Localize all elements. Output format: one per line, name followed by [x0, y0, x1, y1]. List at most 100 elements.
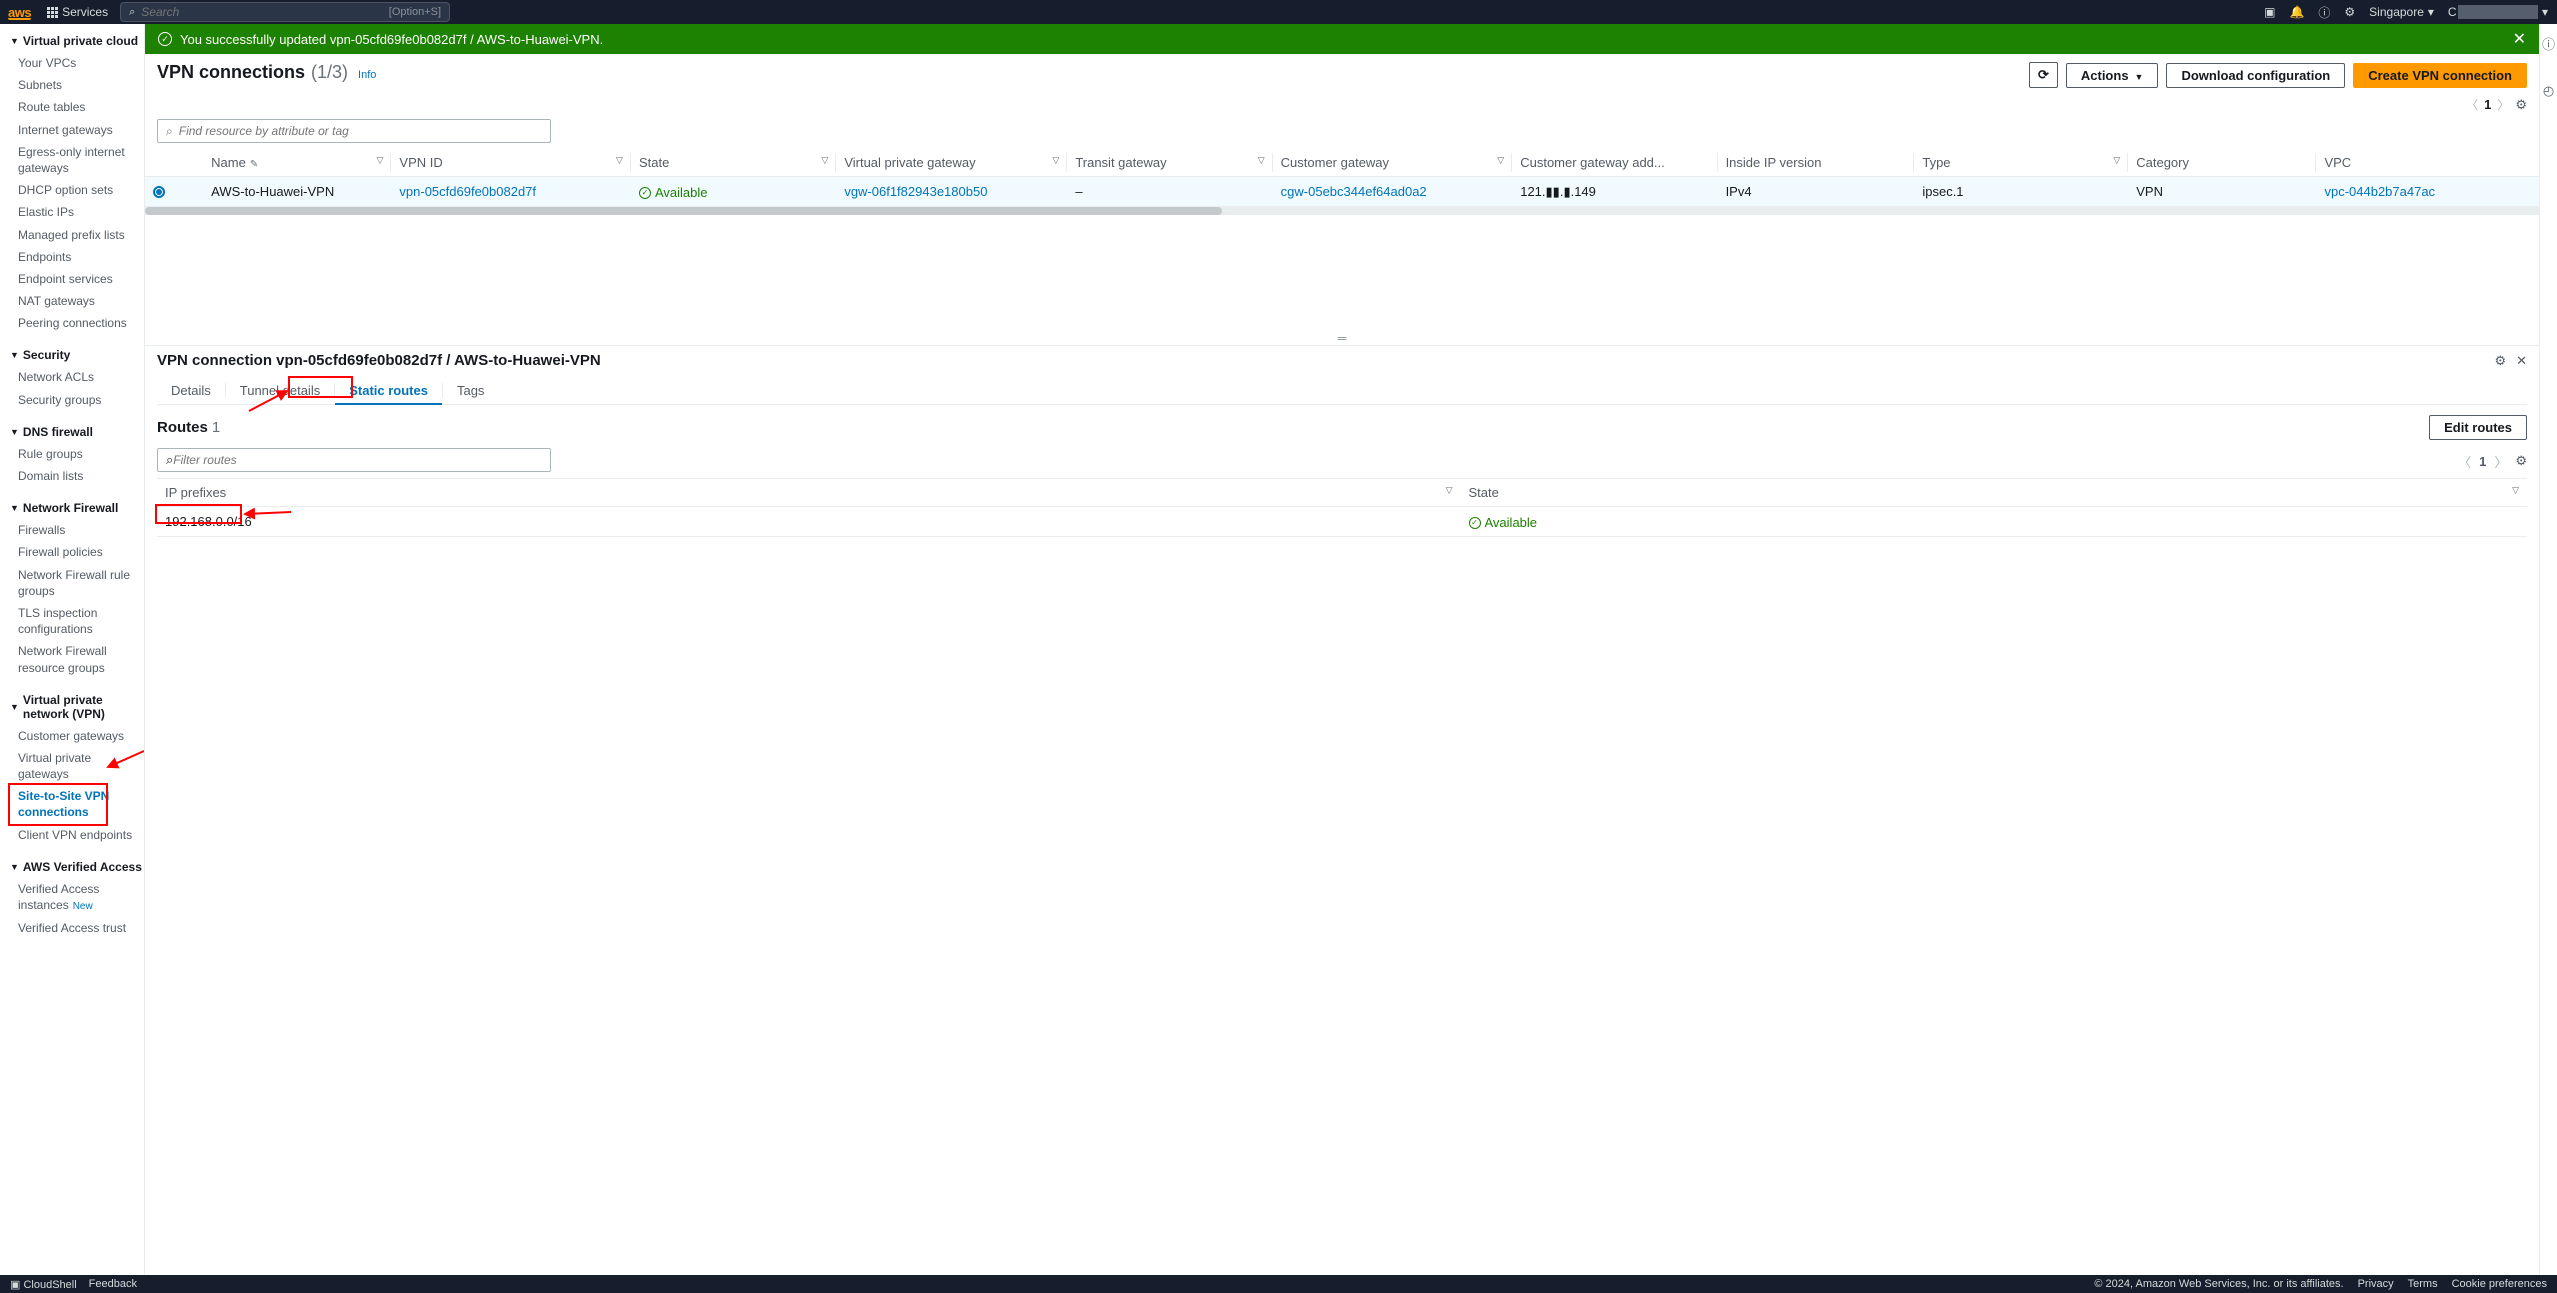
sort-icon[interactable]: ▽ [2512, 485, 2519, 496]
cloudshell-icon[interactable]: ▣ [2264, 5, 2275, 19]
resource-filter-input[interactable] [179, 124, 542, 138]
sidebar-item-tls-inspection[interactable]: TLS inspection configurations [10, 602, 144, 640]
sidebar-group-title[interactable]: ▼DNS firewall [10, 421, 144, 443]
sidebar-item-endpoints[interactable]: Endpoints [10, 246, 144, 268]
details-close-icon[interactable]: ✕ [2516, 353, 2527, 369]
sort-icon[interactable]: ▽ [376, 155, 383, 166]
tab-tunnel-details[interactable]: Tunnel details [226, 377, 334, 404]
scrollbar-thumb[interactable] [145, 207, 1222, 215]
next-page-button[interactable]: 〉 [2497, 96, 2509, 113]
create-vpn-connection-button[interactable]: Create VPN connection [2353, 63, 2527, 88]
sort-icon[interactable]: ▽ [616, 155, 623, 166]
services-menu[interactable]: Services [39, 5, 116, 19]
region-selector[interactable]: Singapore▾ [2369, 5, 2434, 19]
tab-tags[interactable]: Tags [443, 377, 498, 404]
sidebar-item-firewalls[interactable]: Firewalls [10, 519, 144, 541]
routes-filter-input[interactable] [173, 453, 542, 467]
cookie-preferences-link[interactable]: Cookie preferences [2452, 1278, 2547, 1290]
actions-button[interactable]: Actions▼ [2066, 63, 2159, 88]
next-page-button[interactable]: 〉 [2494, 452, 2507, 471]
sidebar-item-verified-access-instances[interactable]: Verified Access instancesNew [10, 878, 144, 917]
sidebar-item-nf-rule-groups[interactable]: Network Firewall rule groups [10, 564, 144, 602]
sidebar-item-your-vpcs[interactable]: Your VPCs [10, 52, 144, 74]
sidebar-item-nat-gateways[interactable]: NAT gateways [10, 290, 144, 312]
col-vgw[interactable]: Virtual private gateway▽ [836, 149, 1067, 177]
notifications-icon[interactable]: 🔔 [2289, 5, 2304, 19]
col-state[interactable]: State▽ [631, 149, 836, 177]
routes-filter[interactable]: ⌕ [157, 448, 551, 472]
col-tgw[interactable]: Transit gateway▽ [1067, 149, 1272, 177]
sidebar-item-domain-lists[interactable]: Domain lists [10, 465, 144, 487]
sidebar-group-title[interactable]: ▼Security [10, 344, 144, 366]
sidebar-item-site-to-site-vpn[interactable]: Site-to-Site VPN connections [10, 785, 144, 823]
info-icon[interactable]: ⓘ [2542, 34, 2555, 53]
sidebar-item-subnets[interactable]: Subnets [10, 74, 144, 96]
cloudshell-button[interactable]: ▣ CloudShell [10, 1278, 77, 1291]
sidebar-group-title[interactable]: ▼Virtual private cloud [10, 30, 144, 52]
search-input[interactable] [141, 5, 389, 19]
col-inside-ip[interactable]: Inside IP version [1718, 149, 1915, 177]
cell-vpc-link[interactable]: vpc-044b2b7a47ac [2324, 184, 2435, 199]
sort-icon[interactable]: ▽ [1258, 155, 1265, 166]
row-radio[interactable] [153, 186, 165, 198]
col-type[interactable]: Type▽ [1914, 149, 2128, 177]
details-settings-icon[interactable]: ⚙ [2494, 353, 2506, 369]
cell-vgw-link[interactable]: vgw-06f1f82943e180b50 [844, 184, 987, 199]
sidebar-item-dhcp[interactable]: DHCP option sets [10, 179, 144, 201]
sidebar-group-title[interactable]: ▼AWS Verified Access [10, 856, 144, 878]
privacy-link[interactable]: Privacy [2358, 1278, 2394, 1290]
table-h-scrollbar[interactable] [145, 207, 2539, 215]
sidebar-group-title[interactable]: ▼Network Firewall [10, 497, 144, 519]
col-vpn-id[interactable]: VPN ID▽ [391, 149, 631, 177]
edit-routes-button[interactable]: Edit routes [2429, 415, 2527, 440]
refresh-button[interactable]: ⟳ [2029, 62, 2058, 88]
gear-icon[interactable]: ◴ [2543, 83, 2554, 99]
sort-icon[interactable]: ▽ [1052, 155, 1059, 166]
settings-icon[interactable]: ⚙ [2344, 5, 2355, 19]
sidebar-item-customer-gateways[interactable]: Customer gateways [10, 725, 144, 747]
account-menu[interactable]: C▮▮▮▮▮▮▮▮▮▮ ▾ [2448, 5, 2549, 19]
col-cgw-addr[interactable]: Customer gateway add... [1512, 149, 1717, 177]
sidebar-item-verified-access-trust[interactable]: Verified Access trust [10, 917, 144, 939]
sidebar-item-prefix-lists[interactable]: Managed prefix lists [10, 224, 144, 246]
tab-static-routes[interactable]: Static routes [335, 377, 442, 404]
download-configuration-button[interactable]: Download configuration [2166, 63, 2345, 88]
col-name[interactable]: Name✎▽ [203, 149, 391, 177]
help-icon[interactable]: ⓘ [2318, 4, 2330, 21]
col-vpc[interactable]: VPC [2316, 149, 2539, 177]
sort-icon[interactable]: ▽ [1446, 485, 1453, 496]
split-handle[interactable]: ═ [145, 335, 2539, 345]
feedback-link[interactable]: Feedback [89, 1278, 137, 1290]
sidebar-item-peering[interactable]: Peering connections [10, 312, 144, 334]
sidebar-item-nf-resource-groups[interactable]: Network Firewall resource groups [10, 640, 144, 678]
sort-icon[interactable]: ▽ [1497, 155, 1504, 166]
table-settings-button[interactable]: ⚙ [2515, 97, 2527, 113]
aws-logo[interactable]: aws [8, 5, 31, 20]
close-banner-button[interactable]: ✕ [2513, 29, 2526, 49]
sidebar-item-firewall-policies[interactable]: Firewall policies [10, 541, 144, 563]
col-state[interactable]: State▽ [1461, 479, 2528, 507]
col-ip-prefixes[interactable]: IP prefixes▽ [157, 479, 1461, 507]
info-link[interactable]: Info [358, 69, 376, 81]
edit-icon[interactable]: ✎ [250, 159, 258, 170]
col-category[interactable]: Category [2128, 149, 2316, 177]
sidebar-item-virtual-private-gateways[interactable]: Virtual private gateways [10, 747, 144, 785]
table-row[interactable]: AWS-to-Huawei-VPN vpn-05cfd69fe0b082d7f … [145, 177, 2539, 207]
prev-page-button[interactable]: 〈 [2458, 452, 2471, 471]
tab-details[interactable]: Details [157, 377, 225, 404]
sidebar-item-network-acls[interactable]: Network ACLs [10, 366, 144, 388]
sort-icon[interactable]: ▽ [2113, 155, 2120, 166]
sort-icon[interactable]: ▽ [821, 155, 828, 166]
sidebar-item-route-tables[interactable]: Route tables [10, 96, 144, 118]
sidebar-item-internet-gateways[interactable]: Internet gateways [10, 119, 144, 141]
cell-vpn-id-link[interactable]: vpn-05cfd69fe0b082d7f [399, 184, 536, 199]
terms-link[interactable]: Terms [2408, 1278, 2438, 1290]
sidebar-item-client-vpn[interactable]: Client VPN endpoints [10, 824, 144, 846]
sidebar-item-rule-groups[interactable]: Rule groups [10, 443, 144, 465]
sidebar-item-elastic-ips[interactable]: Elastic IPs [10, 201, 144, 223]
table-settings-button[interactable]: ⚙ [2515, 453, 2527, 469]
prev-page-button[interactable]: 〈 [2466, 96, 2478, 113]
sidebar-item-endpoint-services[interactable]: Endpoint services [10, 268, 144, 290]
col-cgw[interactable]: Customer gateway▽ [1273, 149, 1513, 177]
resource-filter[interactable]: ⌕ [157, 119, 551, 143]
